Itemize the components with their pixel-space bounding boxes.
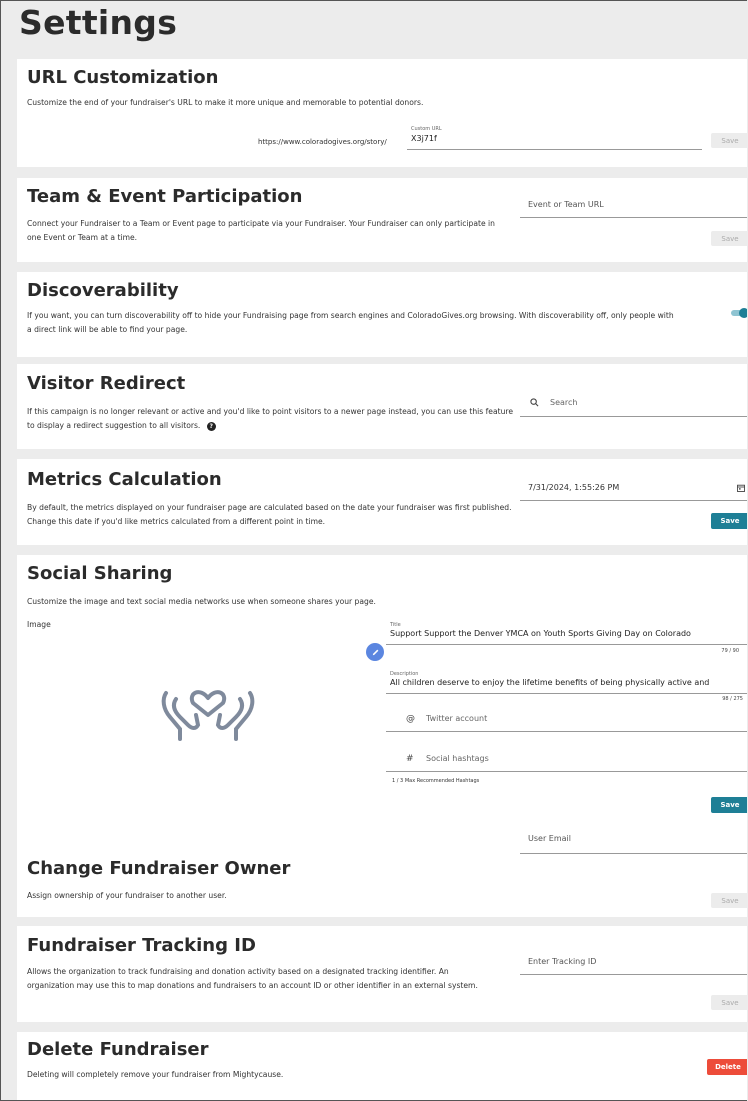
card-description: Customize the image and text social medi… bbox=[27, 597, 376, 606]
edit-image-button[interactable] bbox=[366, 643, 384, 661]
tracking-id-underline bbox=[520, 974, 747, 975]
settings-page: Settings URL Customization Customize the… bbox=[0, 0, 747, 1101]
card-title: Discoverability bbox=[27, 280, 179, 301]
save-button[interactable]: Save bbox=[711, 231, 747, 246]
search-icon bbox=[530, 398, 539, 407]
card-title: Social Sharing bbox=[27, 563, 173, 584]
save-button[interactable]: Save bbox=[711, 893, 747, 908]
user-email-input[interactable]: User Email bbox=[528, 834, 571, 843]
team-event-card: Team & Event Participation Connect your … bbox=[17, 178, 747, 262]
social-title-input[interactable]: Support Support the Denver YMCA on Youth… bbox=[390, 629, 740, 638]
pencil-icon bbox=[372, 649, 378, 655]
image-label: Image bbox=[27, 620, 51, 629]
delete-fundraiser-card: Delete Fundraiser Deleting will complete… bbox=[17, 1032, 747, 1100]
save-button[interactable]: Save bbox=[711, 797, 747, 813]
card-description: Customize the end of your fundraiser's U… bbox=[27, 98, 424, 107]
hashtags-field[interactable]: # Social hashtags bbox=[386, 745, 747, 772]
social-title-underline bbox=[386, 644, 747, 645]
card-title: Metrics Calculation bbox=[27, 469, 222, 490]
card-title: Delete Fundraiser bbox=[27, 1039, 209, 1060]
description-field-label: Description bbox=[390, 671, 419, 677]
event-team-url-input[interactable]: Event or Team URL bbox=[528, 200, 604, 209]
hash-icon: # bbox=[406, 754, 414, 764]
hashtag-hint: 1 / 3 Max Recommended Hashtags bbox=[392, 778, 480, 784]
calendar-icon[interactable] bbox=[737, 484, 745, 492]
user-email-underline bbox=[520, 853, 747, 854]
title-char-count: 79 / 90 bbox=[721, 648, 739, 654]
visitor-redirect-card: Visitor Redirect If this campaign is no … bbox=[17, 364, 747, 449]
card-title: Change Fundraiser Owner bbox=[27, 858, 291, 879]
social-sharing-card: Social Sharing Customize the image and t… bbox=[17, 555, 747, 836]
card-title: URL Customization bbox=[27, 67, 219, 88]
social-hashtags-input[interactable]: Social hashtags bbox=[426, 754, 489, 763]
metrics-date-underline bbox=[520, 500, 747, 501]
toggle-knob bbox=[739, 308, 747, 318]
card-title: Team & Event Participation bbox=[27, 186, 303, 207]
delete-button[interactable]: Delete bbox=[707, 1059, 747, 1075]
save-button[interactable]: Save bbox=[711, 133, 747, 148]
help-circle-icon[interactable]: ? bbox=[206, 421, 216, 431]
search-input[interactable]: Search bbox=[550, 398, 577, 407]
save-button[interactable]: Save bbox=[711, 513, 747, 529]
social-description-input[interactable]: All children deserve to enjoy the lifeti… bbox=[390, 678, 747, 687]
redirect-search-field[interactable]: Search bbox=[520, 394, 747, 417]
card-description: Allows the organization to track fundrai… bbox=[27, 967, 478, 990]
card-title: Fundraiser Tracking ID bbox=[27, 935, 256, 956]
custom-url-underline bbox=[407, 149, 702, 150]
tracking-id-card: Fundraiser Tracking ID Allows the organi… bbox=[17, 926, 747, 1022]
twitter-account-input[interactable]: Twitter account bbox=[426, 714, 487, 723]
card-description: Connect your Fundraiser to a Team or Eve… bbox=[27, 219, 495, 242]
at-icon: @ bbox=[406, 714, 415, 724]
title-field-label: Title bbox=[390, 622, 401, 628]
change-owner-card: Change Fundraiser Owner Assign ownership… bbox=[17, 822, 747, 917]
heart-hands-icon bbox=[161, 690, 255, 741]
card-title: Visitor Redirect bbox=[27, 373, 186, 394]
tracking-id-input[interactable]: Enter Tracking ID bbox=[528, 957, 596, 966]
save-button[interactable]: Save bbox=[711, 995, 747, 1010]
discoverability-toggle[interactable] bbox=[731, 308, 747, 318]
metrics-card: Metrics Calculation By default, the metr… bbox=[17, 459, 747, 545]
social-description-underline bbox=[386, 693, 747, 694]
redirect-description-text: If this campaign is no longer relevant o… bbox=[27, 407, 514, 430]
description-char-count: 98 / 275 bbox=[722, 696, 743, 702]
twitter-field[interactable]: @ Twitter account bbox=[386, 705, 747, 732]
card-description: Assign ownership of your fundraiser to a… bbox=[27, 891, 227, 900]
url-customization-card: URL Customization Customize the end of y… bbox=[17, 59, 747, 167]
custom-url-input[interactable]: X3j71f bbox=[411, 134, 437, 143]
card-description: If you want, you can turn discoverabilit… bbox=[27, 311, 674, 334]
discoverability-card: Discoverability If you want, you can tur… bbox=[17, 272, 747, 357]
card-description: If this campaign is no longer relevant o… bbox=[27, 405, 517, 433]
event-team-url-underline bbox=[520, 217, 747, 218]
card-description: Deleting will completely remove your fun… bbox=[27, 1070, 284, 1079]
page-title: Settings bbox=[19, 3, 178, 42]
url-prefix: https://www.coloradogives.org/story/ bbox=[258, 138, 387, 146]
custom-url-label: Custom URL bbox=[411, 126, 442, 132]
metrics-date-input[interactable]: 7/31/2024, 1:55:26 PM bbox=[528, 483, 619, 492]
card-description: By default, the metrics displayed on you… bbox=[27, 503, 512, 526]
